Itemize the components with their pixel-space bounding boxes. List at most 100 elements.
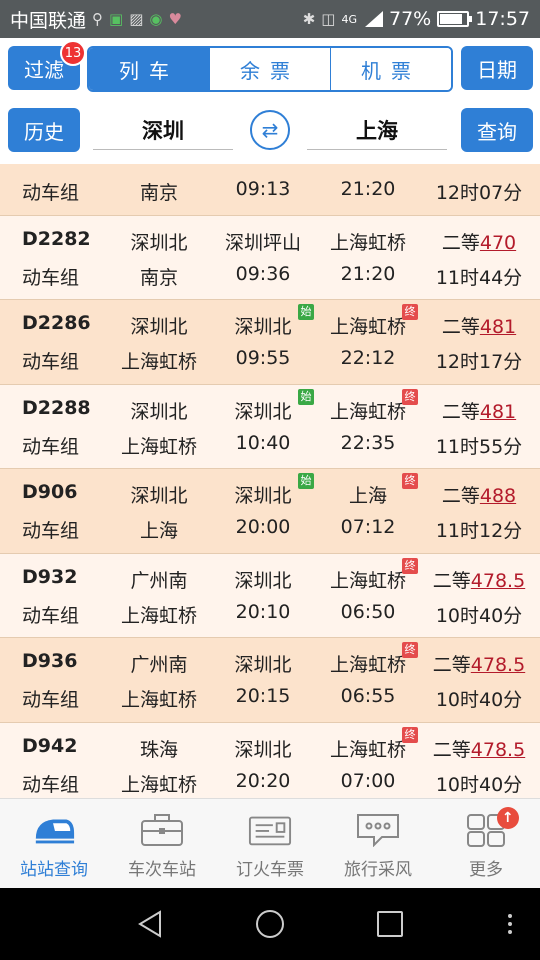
price-link[interactable]: 481	[480, 401, 516, 423]
train-row[interactable]: D2288 动车组 深圳北 上海虹桥 深圳北始 10:40 上海虹桥终 22:35 二等481 1…	[0, 384, 540, 469]
price-link[interactable]: 488	[480, 485, 516, 507]
query-button[interactable]: 查询	[461, 108, 533, 152]
signal-icon	[363, 11, 383, 27]
train-code: D906	[22, 481, 78, 503]
arrival-time: 07:12	[340, 516, 396, 538]
departure-station-name: 深圳北	[234, 569, 292, 592]
arrival-station-name: 上海	[348, 485, 387, 507]
departure-station-name: 深圳北	[234, 654, 292, 676]
terminal-station: 上海虹桥	[120, 351, 197, 373]
arrival-time: 21:20	[340, 262, 396, 285]
train-code: D2288	[22, 396, 91, 419]
arrival-station-name: 上海虹桥	[329, 400, 406, 423]
tab-more[interactable]: ↑ 更多	[432, 799, 540, 888]
travel-duration: 11时55分	[435, 435, 523, 458]
train-row[interactable]: 动车组 南京 09:13 21:20 12时07分	[0, 164, 540, 216]
seat-class: 二等	[432, 738, 471, 761]
train-row[interactable]: D942 动车组 珠海 上海虹桥 深圳北 20:20 上海虹桥终 07:00 二等478.5 10…	[0, 722, 540, 798]
tab-train-label: 列车	[119, 58, 179, 83]
train-code: D932	[22, 565, 78, 588]
back-icon[interactable]	[120, 888, 180, 960]
arrival-time: 06:50	[340, 600, 396, 623]
tab-station-query-label: 站站查询	[20, 860, 88, 880]
clock: 17:57	[475, 8, 530, 30]
train-type: 动车组	[22, 182, 80, 204]
tab-book-ticket[interactable]: 订火车票	[216, 799, 324, 888]
tab-remaining-tickets[interactable]: 余票	[209, 48, 330, 90]
departure-station: 深圳北始	[212, 388, 314, 424]
gallery-notification-icon: ▨	[129, 10, 144, 28]
search-notification-icon: ⚲	[92, 10, 104, 28]
terminal-station: 上海虹桥	[120, 689, 197, 711]
departure-time: 20:20	[235, 769, 291, 792]
train-row[interactable]: D936 动车组 广州南 上海虹桥 深圳北 20:15 上海虹桥终 06:55 二等478.5 1…	[0, 638, 540, 723]
recent-apps-icon[interactable]	[360, 888, 420, 960]
tab-travel-notes-label: 旅行采风	[344, 860, 412, 880]
departure-time: 09:55	[235, 347, 291, 369]
end-station-tag: 终	[402, 726, 418, 743]
price-link[interactable]: 478.5	[471, 739, 525, 761]
train-row[interactable]: D2282 动车组 深圳北 南京 深圳坪山 09:36 上海虹桥 21:20 二等470 11时4…	[0, 215, 540, 300]
start-station-tag: 始	[298, 304, 314, 320]
arrival-station: 上海虹桥终	[318, 642, 418, 677]
filter-button-label: 过滤	[24, 57, 64, 82]
train-type: 动车组	[22, 604, 80, 627]
tab-travel-notes[interactable]: 旅行采风	[324, 799, 432, 888]
end-station-tag: 终	[402, 388, 418, 405]
tab-flights[interactable]: 机票	[330, 48, 451, 90]
train-row[interactable]: D906 动车组 深圳北 上海 深圳北始 20:00 上海终 07:12 二等488 11时12分	[0, 469, 540, 554]
date-button[interactable]: 日期	[461, 46, 533, 90]
departure-time: 10:40	[235, 431, 291, 454]
train-row[interactable]: D2286 动车组 深圳北 上海虹桥 深圳北始 09:55 上海虹桥终 22:12 二等481 1…	[0, 300, 540, 385]
bottom-tab-bar: 站站查询 车次车站 订火车票 旅行采风 ↑ 更多	[0, 798, 540, 888]
more-options-icon[interactable]	[490, 888, 530, 960]
train-type: 动车组	[22, 689, 80, 711]
tab-train-station[interactable]: 车次车站	[108, 799, 216, 888]
price-link[interactable]: 470	[480, 232, 516, 254]
fare: 二等478.5	[424, 566, 534, 593]
departure-station: 深圳北	[212, 735, 314, 762]
arrival-station-name: 上海虹桥	[329, 569, 406, 592]
departure-station-name: 深圳坪山	[224, 231, 301, 254]
arrival-time: 06:55	[340, 685, 396, 707]
network-type: 4G	[341, 12, 357, 26]
train-type: 动车组	[22, 435, 80, 458]
fare: 二等478.5	[424, 735, 534, 762]
arrival-time: 21:20	[340, 178, 396, 200]
seat-class: 二等	[441, 485, 480, 507]
origin-station: 广州南	[130, 569, 188, 592]
travel-duration: 12时07分	[435, 182, 523, 204]
terminal-station: 上海虹桥	[120, 604, 197, 627]
travel-duration: 11时12分	[435, 520, 523, 542]
train-row[interactable]: D932 动车组 广州南 上海虹桥 深圳北 20:10 上海虹桥终 06:50 二等478.5 1…	[0, 553, 540, 638]
train-list[interactable]: 动车组 南京 09:13 21:20 12时07分 D2282 动车组 深圳北 南京 深圳坪山 09…	[0, 164, 540, 798]
swap-icon[interactable]: ⇄	[250, 110, 290, 150]
travel-duration: 10时40分	[435, 773, 523, 796]
query-button-label: 查询	[477, 119, 517, 144]
update-badge: ↑	[496, 807, 519, 829]
to-station-field[interactable]: 上海	[307, 110, 447, 150]
arrival-station-name: 上海虹桥	[329, 654, 406, 676]
tab-more-label: 更多	[469, 860, 503, 880]
vibrate-icon: ◫	[321, 10, 336, 28]
travel-duration: 10时40分	[435, 689, 523, 711]
price-link[interactable]: 481	[480, 316, 516, 338]
departure-station: 深圳坪山	[212, 228, 314, 255]
tab-station-query[interactable]: 站站查询	[0, 799, 108, 888]
travel-duration: 11时44分	[435, 266, 523, 289]
departure-time: 09:13	[235, 178, 291, 200]
system-navigation-bar	[0, 888, 540, 960]
tab-train[interactable]: 列车	[89, 48, 209, 90]
price-link[interactable]: 478.5	[471, 570, 525, 592]
price-link[interactable]: 478.5	[471, 654, 525, 676]
origin-station: 深圳北	[130, 400, 188, 423]
from-station-field[interactable]: 深圳	[93, 110, 233, 150]
start-station-tag: 始	[298, 473, 314, 489]
terminal-station: 上海	[139, 520, 178, 542]
train-type: 动车组	[22, 351, 80, 373]
filter-button[interactable]: 过滤 13	[8, 40, 86, 90]
departure-station-name: 深圳北	[234, 316, 292, 338]
message-notification-icon: ▣	[109, 10, 124, 28]
history-button[interactable]: 历史	[8, 108, 80, 152]
home-icon[interactable]	[240, 888, 300, 960]
